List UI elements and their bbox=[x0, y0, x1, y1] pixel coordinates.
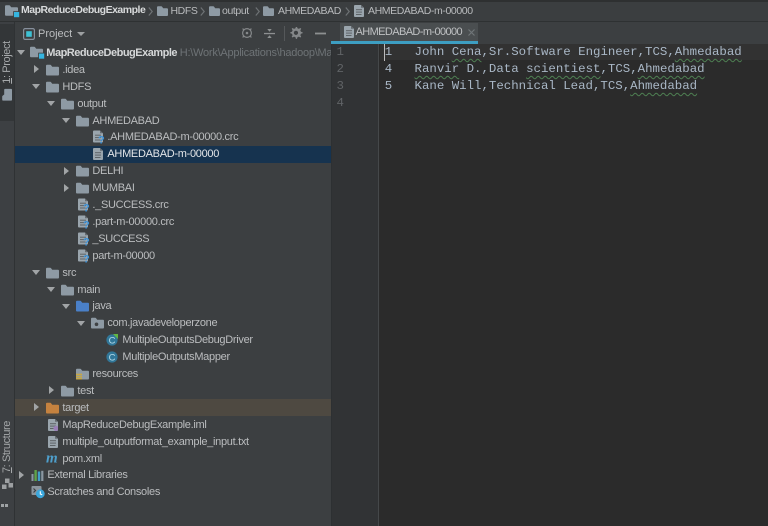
svg-text:?: ? bbox=[83, 236, 90, 245]
svg-text:?: ? bbox=[98, 135, 105, 144]
svg-text:?: ? bbox=[83, 219, 90, 228]
svg-text:?: ? bbox=[83, 203, 90, 212]
svg-text:?: ? bbox=[83, 253, 90, 262]
svg-text:C: C bbox=[109, 353, 116, 364]
svg-text:C: C bbox=[109, 336, 116, 347]
